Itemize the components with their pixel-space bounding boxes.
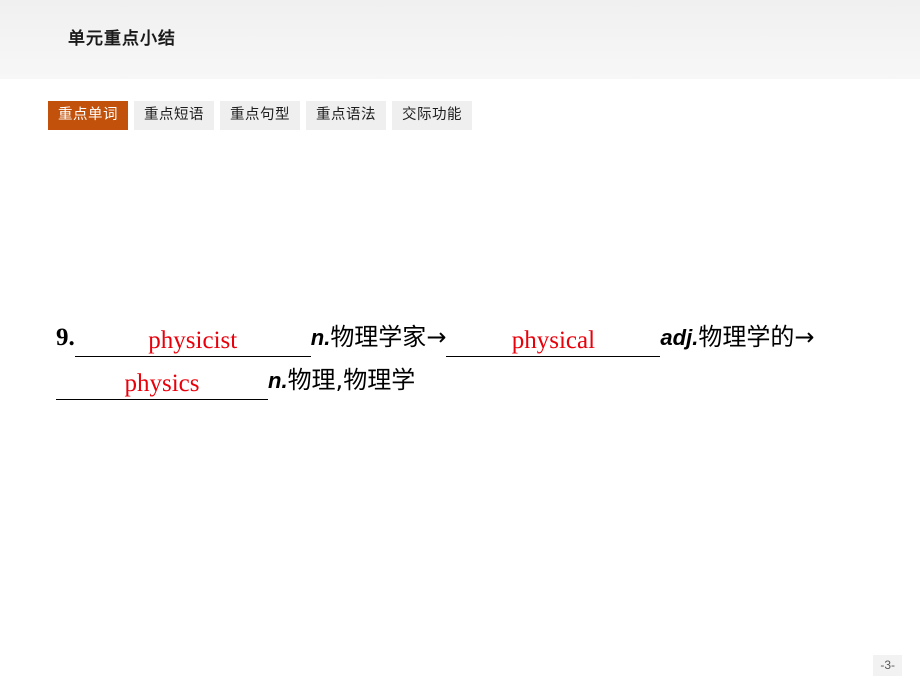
- tab-key-sentence-patterns[interactable]: 重点句型: [220, 101, 300, 130]
- page-number: -3-: [873, 655, 902, 676]
- derivation-arrow-1: →: [426, 323, 447, 351]
- meaning-2: 物理学的: [698, 323, 795, 351]
- derivation-arrow-2: →: [794, 323, 815, 351]
- tab-key-phrases[interactable]: 重点短语: [134, 101, 214, 130]
- tab-key-words[interactable]: 重点单词: [48, 101, 128, 130]
- header-band: 单元重点小结: [0, 0, 920, 79]
- meaning-1: 物理学家: [330, 323, 427, 351]
- tab-communication-function[interactable]: 交际功能: [392, 101, 472, 130]
- answer-blank-physical[interactable]: physical: [446, 326, 661, 357]
- vocabulary-entry: 9. physicist n.物理学家→ physical adj.物理学的→physi…: [56, 316, 856, 402]
- slide-root: 单元重点小结 重点单词 重点短语 重点句型 重点语法 交际功能 9. physic…: [0, 0, 920, 690]
- page-title: 单元重点小结: [68, 29, 176, 48]
- entry-number: 9.: [56, 324, 75, 351]
- tab-bar: 重点单词 重点短语 重点句型 重点语法 交际功能: [48, 101, 472, 130]
- answer-blank-physics[interactable]: physics: [56, 369, 268, 400]
- part-of-speech-2: adj.: [660, 325, 699, 350]
- part-of-speech-1: n.: [310, 325, 331, 350]
- answer-blank-physicist[interactable]: physicist: [74, 326, 311, 357]
- tab-key-grammar[interactable]: 重点语法: [306, 101, 386, 130]
- meaning-3: 物理,物理学: [287, 366, 416, 394]
- content-area: 9. physicist n.物理学家→ physical adj.物理学的→physi…: [56, 316, 856, 402]
- part-of-speech-3: n.: [268, 368, 288, 393]
